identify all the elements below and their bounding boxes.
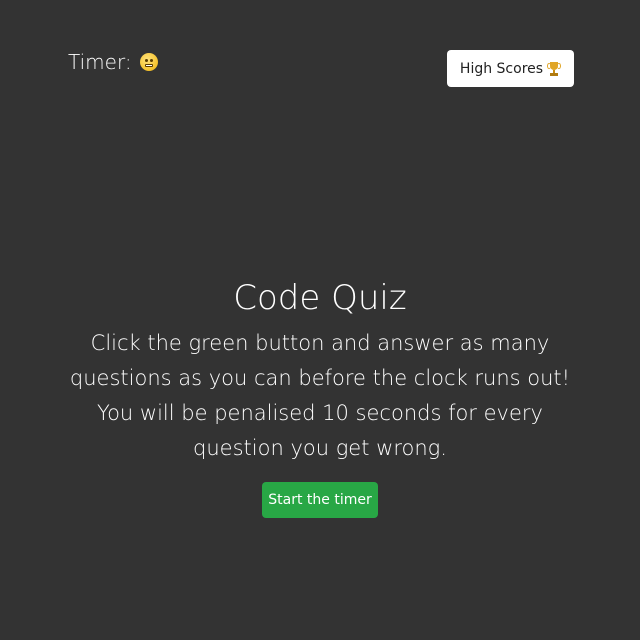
timer-label: Timer: [68,50,132,74]
high-scores-label: High Scores [459,60,544,77]
quiz-page: Timer: High Scores Code Quiz Click the g… [0,0,640,640]
intro-section: Code Quiz Click the green button and ans… [60,276,580,518]
grimacing-face-icon [139,53,158,71]
start-timer-button[interactable]: Start the timer [262,482,378,518]
timer: Timer: [68,50,158,74]
high-scores-button[interactable]: High Scores [447,50,574,87]
instructions-text: Click the green button and answer as man… [69,331,571,460]
page-title: Code Quiz [233,278,407,318]
trophy-icon [547,61,562,77]
